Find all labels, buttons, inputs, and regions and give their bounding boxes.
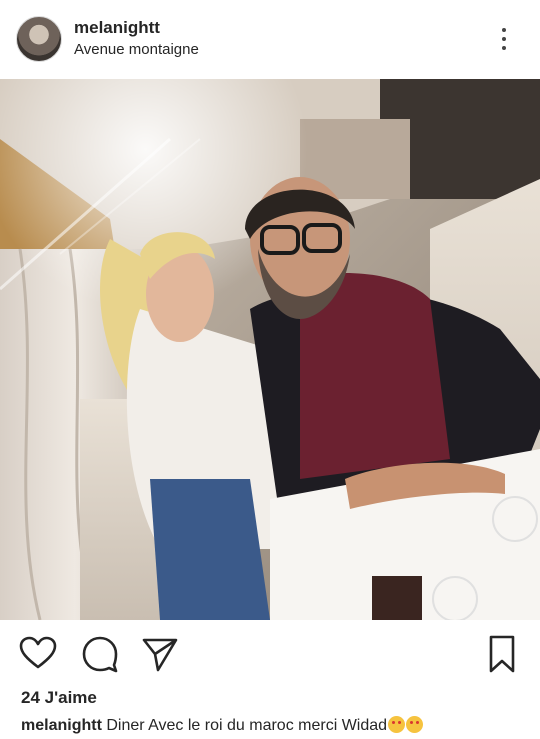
- post-photo-image: [0, 79, 540, 620]
- avatar[interactable]: [16, 16, 62, 62]
- heart-icon[interactable]: [18, 634, 58, 674]
- post-photo[interactable]: [0, 79, 540, 620]
- bookmark-icon[interactable]: [482, 634, 522, 674]
- send-icon[interactable]: [140, 634, 180, 674]
- post-location[interactable]: Avenue montaigne: [74, 41, 199, 58]
- likes-count[interactable]: 24 J'aime: [21, 688, 97, 708]
- post-username[interactable]: melanightt: [74, 18, 160, 38]
- caption-text: Diner Avec le roi du maroc merci Widad: [106, 717, 388, 734]
- post-actions: [0, 620, 540, 690]
- heart-eyes-emoji-icon: [388, 716, 406, 733]
- kissing-emoji-icon: [406, 716, 424, 733]
- post-header: melanightt Avenue montaigne: [0, 0, 540, 79]
- more-options-icon[interactable]: [490, 25, 518, 55]
- post-caption: melanightt Diner Avec le roi du maroc me…: [21, 716, 424, 735]
- caption-username[interactable]: melanightt: [21, 717, 102, 734]
- comment-icon[interactable]: [80, 634, 120, 674]
